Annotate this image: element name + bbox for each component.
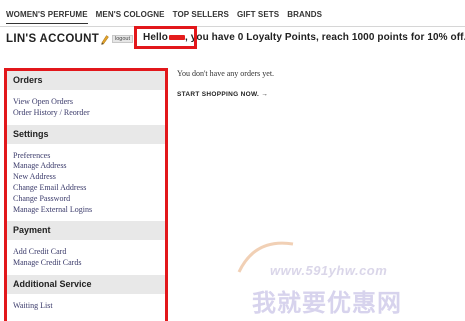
nav-womens-perfume[interactable]: WOMEN'S PERFUME — [6, 10, 88, 24]
top-navigation: WOMEN'S PERFUME MEN'S COLOGNE TOP SELLER… — [6, 10, 322, 24]
no-orders-message: You don't have any orders yet. — [177, 69, 275, 78]
nav-brands[interactable]: BRANDS — [287, 10, 322, 24]
pencil-icon[interactable] — [101, 35, 109, 45]
nav-top-sellers[interactable]: TOP SELLERS — [173, 10, 229, 24]
header-divider — [0, 26, 465, 27]
account-title: LIN'S ACCOUNT — [6, 33, 100, 45]
watermark-text: 我就要优惠网 — [252, 289, 402, 317]
nav-gift-sets[interactable]: GIFT SETS — [237, 10, 279, 24]
nav-mens-cologne[interactable]: MEN'S COLOGNE — [96, 10, 165, 24]
start-shopping-link[interactable]: START SHOPPING NOW. → — [177, 91, 268, 98]
greeting-highlight-box — [134, 26, 197, 49]
sidebar-highlight-box — [4, 68, 168, 321]
logout-button[interactable]: logout — [112, 35, 133, 43]
greeting-loyalty-text: , you have 0 Loyalty Points, reach 1000 … — [184, 32, 465, 43]
watermark-url: www.591yhw.com — [270, 263, 388, 278]
